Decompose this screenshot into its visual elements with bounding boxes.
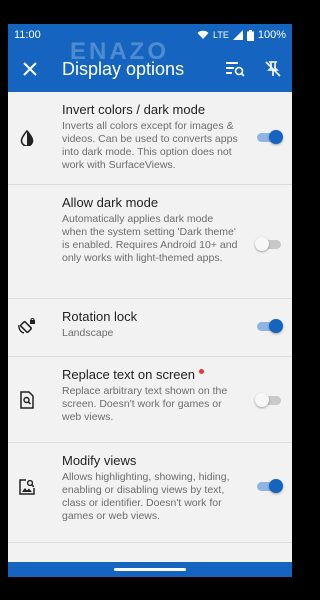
- new-indicator-dot: [198, 369, 204, 374]
- close-icon: [23, 62, 37, 76]
- filter-list-search-icon: [226, 62, 245, 77]
- invert-colors-toggle[interactable]: [255, 130, 283, 144]
- item-description: Replace arbitrary text shown on the scre…: [62, 385, 228, 423]
- toggle-container: [246, 309, 292, 333]
- item-text: Replace text on screen Replace arbitrary…: [46, 367, 246, 424]
- find-in-page-icon: [8, 367, 46, 409]
- item-text: Rotation lock Landscape: [46, 309, 246, 340]
- toggle-container: [246, 102, 292, 144]
- invert-colors-icon: [8, 102, 46, 146]
- list-item-rotation-lock[interactable]: Rotation lock Landscape: [8, 299, 292, 357]
- network-label: LTE: [213, 30, 229, 40]
- wifi-icon: [197, 30, 209, 39]
- status-icons: LTE 100%: [197, 29, 286, 41]
- item-text: Allow dark mode Automatically applies da…: [46, 195, 246, 265]
- item-text: Modify views Allows highlighting, showin…: [46, 453, 246, 523]
- toggle-container: [246, 195, 292, 251]
- list-item-invert-colors[interactable]: Invert colors / dark mode Inverts all co…: [8, 92, 292, 185]
- battery-level: 100%: [257, 29, 286, 41]
- item-description: Automatically applies dark mode when the…: [62, 213, 238, 264]
- item-description: Allows highlighting, showing, hiding, en…: [62, 471, 230, 522]
- allow-dark-mode-toggle[interactable]: [255, 237, 283, 251]
- item-title: Modify views: [62, 453, 137, 468]
- phone-frame: 11:00 LTE 100% ENAZO Display options Inv…: [0, 0, 300, 600]
- battery-icon: [246, 29, 254, 41]
- list-item-modify-views[interactable]: Modify views Allows highlighting, showin…: [8, 443, 292, 543]
- navigation-bar: [8, 562, 292, 577]
- item-title: Allow dark mode: [62, 195, 159, 210]
- status-time: 11:00: [14, 29, 41, 41]
- screen-lock-rotation-icon: [8, 309, 46, 335]
- pin-off-icon: [265, 61, 281, 77]
- filter-search-button[interactable]: [216, 46, 254, 92]
- item-text: Invert colors / dark mode Inverts all co…: [46, 102, 246, 172]
- item-title-text: Replace text on screen: [62, 367, 195, 382]
- dark-mode-moon-icon: [8, 195, 46, 249]
- toggle-container: [246, 453, 292, 493]
- item-description: Inverts all colors except for images & v…: [62, 120, 238, 171]
- modify-views-toggle[interactable]: [255, 479, 283, 493]
- toggle-container: [246, 367, 292, 407]
- item-title: Rotation lock: [62, 309, 138, 324]
- list-item-replace-text[interactable]: Replace text on screen Replace arbitrary…: [8, 357, 292, 443]
- item-title: Invert colors / dark mode: [62, 102, 206, 117]
- item-description: Landscape: [62, 327, 114, 339]
- watermark-text: ENAZO: [70, 38, 169, 65]
- list-item-allow-dark-mode[interactable]: Allow dark mode Automatically applies da…: [8, 185, 292, 299]
- replace-text-toggle[interactable]: [255, 393, 283, 407]
- image-search-icon: [8, 453, 46, 495]
- no-pin-button[interactable]: [254, 46, 292, 92]
- signal-icon: [232, 30, 243, 40]
- home-handle[interactable]: [114, 568, 186, 571]
- close-button[interactable]: [8, 46, 52, 92]
- options-list: Invert colors / dark mode Inverts all co…: [8, 92, 292, 562]
- rotation-lock-toggle[interactable]: [255, 319, 283, 333]
- item-title: Replace text on screen: [62, 367, 240, 382]
